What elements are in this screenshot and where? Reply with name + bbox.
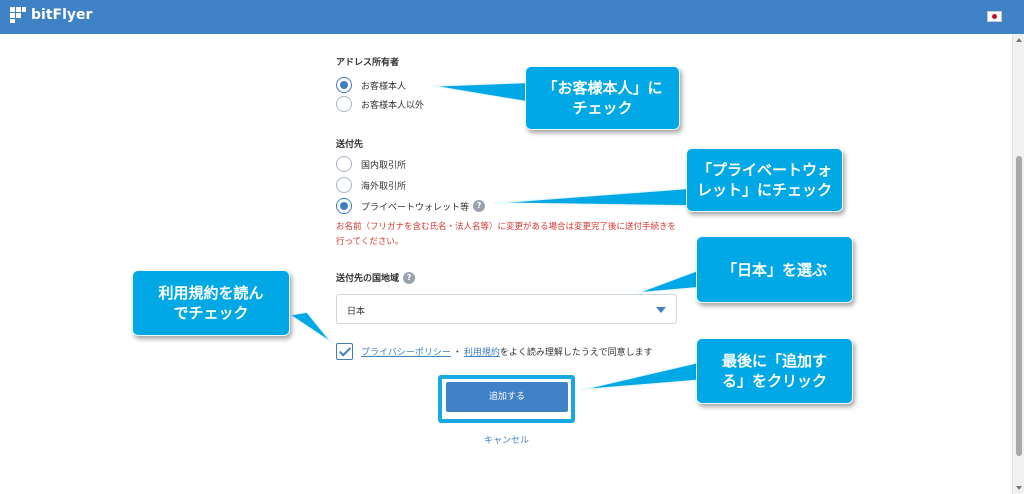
wallet-callout: 「プライベートウォ レット」にチェック (686, 148, 843, 212)
wallet-callout-line-2: レット」にチェック (696, 181, 832, 199)
agreement-checkbox[interactable] (336, 343, 353, 360)
bitflyer-logo-icon (10, 7, 26, 23)
owner-self-option[interactable]: お客様本人 (336, 77, 406, 93)
add-button[interactable]: 追加する (446, 382, 568, 412)
scroll-up-icon[interactable] (1016, 38, 1022, 42)
owner-callout: 「お客様本人」に チェック (525, 66, 680, 130)
domestic-exchange-label: 国内取引所 (361, 160, 407, 171)
overseas-exchange-option[interactable]: 海外取引所 (336, 177, 406, 193)
agreement-separator: ・ (452, 348, 462, 358)
brand-name: bitFlyer (31, 7, 93, 23)
japan-flag-icon[interactable] (987, 11, 1002, 22)
destination-label: 送付先 (336, 140, 364, 150)
owner-other-radio[interactable] (336, 96, 352, 112)
country-label: 送付先の国地域 (336, 274, 400, 284)
owner-callout-pointer (431, 81, 541, 105)
agreement-text: をよく読み理解したうえで同意します (499, 348, 653, 358)
private-wallet-radio[interactable] (336, 198, 352, 214)
owner-self-label: お客様本人 (361, 81, 407, 92)
add-callout: 最後に「追加す る」をクリック (696, 338, 853, 404)
owner-callout-line-2: チェック (572, 99, 633, 117)
terms-link[interactable]: 利用規約 (464, 345, 500, 358)
wallet-callout-line-1: 「プライベートウォ (696, 161, 832, 179)
bitflyer-logo[interactable]: bitFlyer (10, 7, 92, 23)
country-help-icon[interactable]: ? (403, 271, 416, 284)
terms-callout: 利用規約を読ん でチェック (132, 270, 290, 336)
country-select[interactable]: 日本 (336, 294, 677, 324)
country-callout: 「日本」を選ぶ (696, 236, 853, 303)
agreement-row: プライバシーポリシー ・ 利用規約 をよく読み理解したうえで同意します (336, 343, 653, 360)
private-wallet-option[interactable]: プライベートウォレット等 ? (336, 198, 486, 214)
scroll-down-icon[interactable] (1016, 486, 1022, 490)
add-callout-line-1: 最後に「追加す (721, 352, 827, 370)
wallet-callout-pointer (492, 187, 696, 207)
name-change-notice: お名前（フリガナを含む氏名・法人名等）に変更がある場合は変更完了後に送付手続きを… (336, 222, 677, 247)
country-label-row: 送付先の国地域 ? (336, 271, 416, 284)
overseas-exchange-radio[interactable] (336, 177, 352, 193)
privacy-policy-link[interactable]: プライバシーポリシー (361, 345, 451, 358)
terms-callout-pointer (288, 311, 333, 344)
country-value: 日本 (347, 307, 366, 317)
private-wallet-help-icon[interactable]: ? (473, 200, 486, 212)
terms-callout-line-1: 利用規約を読ん (158, 284, 264, 302)
domestic-exchange-radio[interactable] (336, 156, 352, 172)
owner-other-option[interactable]: お客様本人以外 (336, 96, 424, 112)
page-scrollbar[interactable] (1012, 34, 1024, 494)
cancel-link[interactable]: キャンセル (484, 433, 529, 446)
add-callout-pointer (579, 361, 703, 391)
private-wallet-label: プライベートウォレット等 (361, 202, 470, 213)
owner-self-radio[interactable] (336, 77, 352, 93)
terms-callout-line-2: でチェック (173, 304, 249, 322)
country-callout-line-1: 「日本」を選ぶ (721, 261, 827, 279)
owner-other-label: お客様本人以外 (361, 100, 425, 111)
domestic-exchange-option[interactable]: 国内取引所 (336, 156, 406, 172)
add-callout-line-2: る」をクリック (721, 372, 827, 390)
app-header: bitFlyer (0, 0, 1024, 34)
overseas-exchange-label: 海外取引所 (361, 181, 407, 192)
scroll-thumb[interactable] (1016, 156, 1022, 456)
owner-callout-line-1: 「お客様本人」に (542, 79, 663, 97)
address-owner-label: アドレス所有者 (336, 58, 400, 68)
chevron-down-icon (656, 307, 666, 313)
